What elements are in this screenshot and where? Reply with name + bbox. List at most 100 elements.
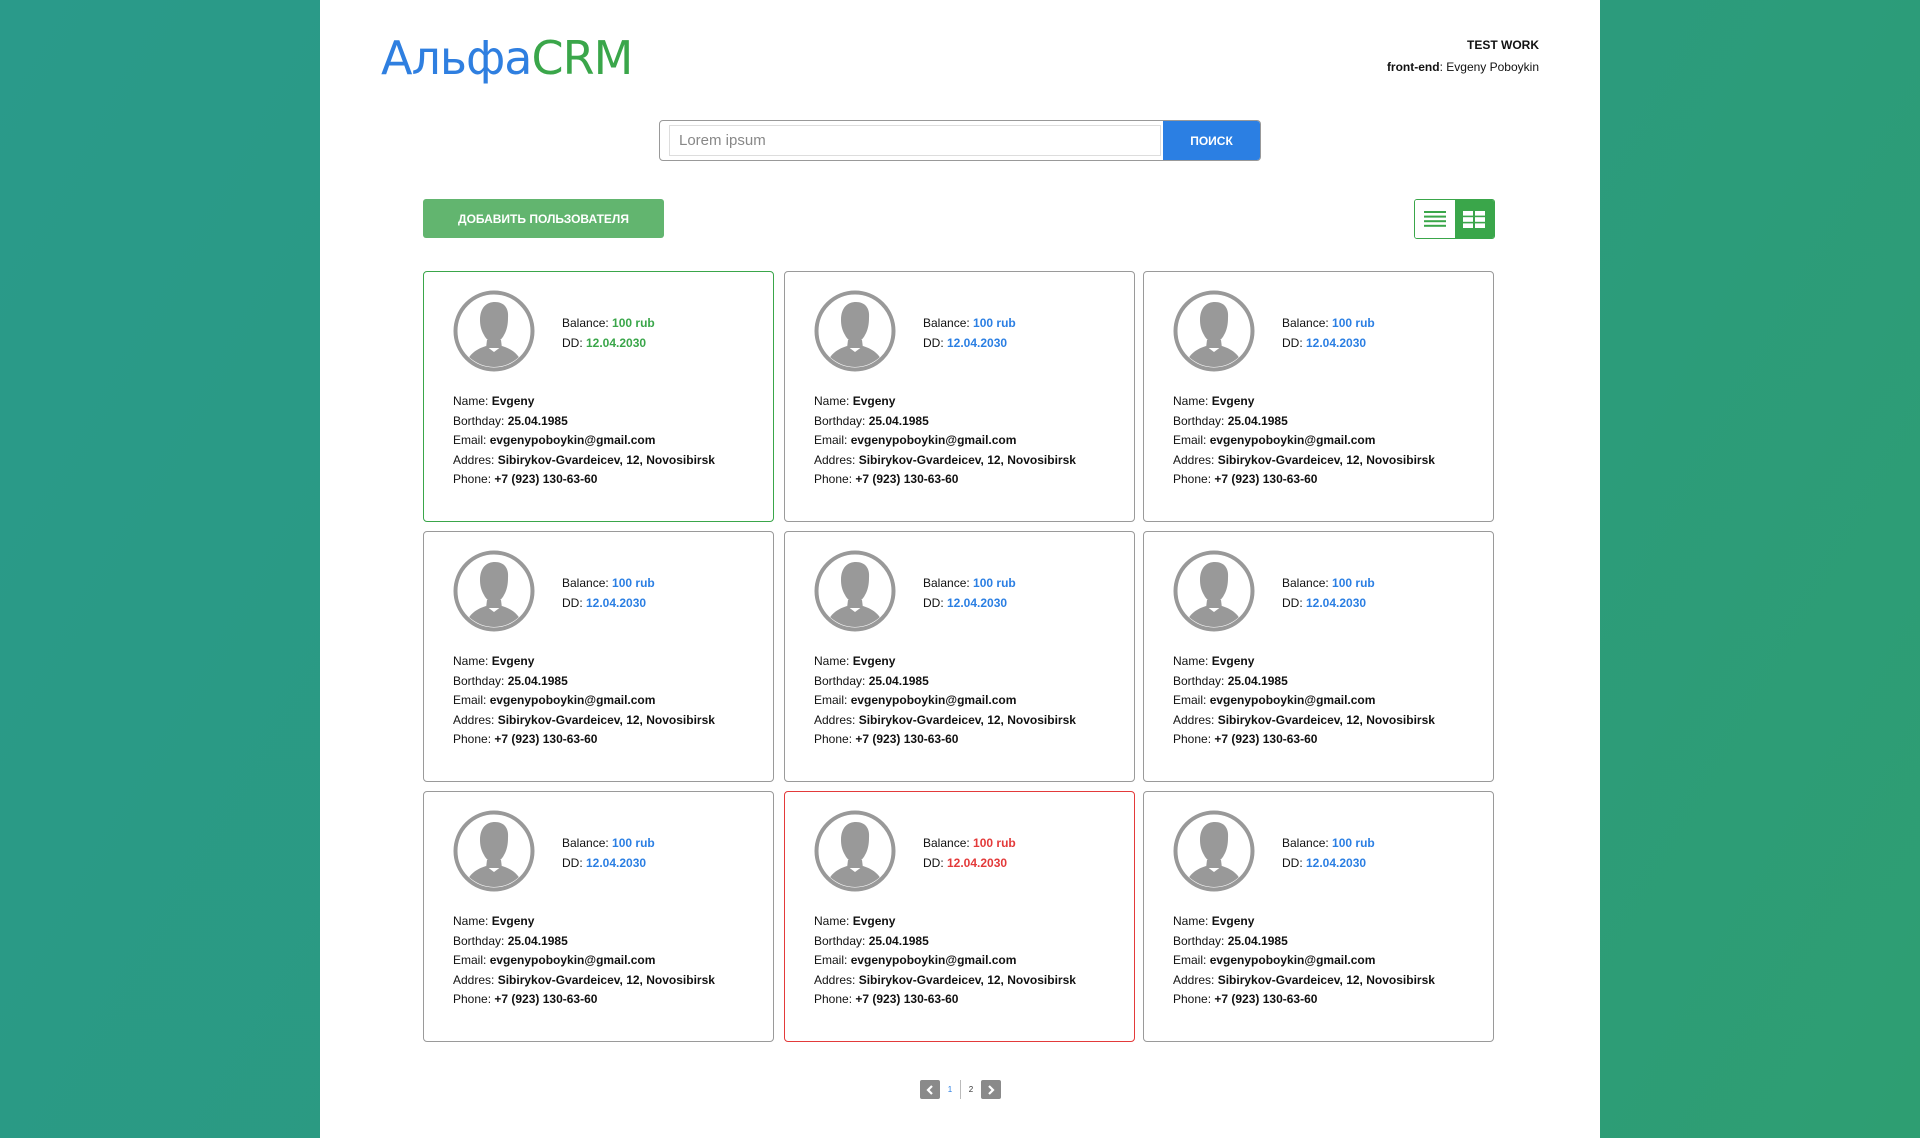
balance-value: 100 rub xyxy=(1332,576,1375,590)
address-label: Addres: xyxy=(1173,972,1218,987)
name-value: Evgeny xyxy=(491,654,535,668)
phone-row: Phone: +7 (923) 130-63-60 xyxy=(1173,730,1435,750)
user-card[interactable]: Balance: 100 rub DD: 12.04.2030 Name: Evge… xyxy=(784,531,1135,782)
balance-row: Balance: 100 rub xyxy=(923,573,1016,593)
birthday-value: 25.04.1985 xyxy=(1227,413,1288,428)
address-label: Addres: xyxy=(453,452,498,467)
dd-row: DD: 12.04.2030 xyxy=(562,853,655,873)
name-row: Name: Evgeny xyxy=(453,652,715,672)
birthday-value: 25.04.1985 xyxy=(507,673,568,688)
balance-label: Balance: xyxy=(1282,316,1333,330)
dd-label: DD: xyxy=(562,596,586,610)
phone-row: Phone: +7 (923) 130-63-60 xyxy=(814,470,1076,490)
birthday-value: 25.04.1985 xyxy=(868,673,929,688)
phone-label: Phone: xyxy=(814,732,856,747)
address-value: Sibirykov-Gvardeicev, 12, Novosibirsk xyxy=(1217,972,1435,987)
name-row: Name: Evgeny xyxy=(814,392,1076,412)
phone-value: +7 (923) 130-63-60 xyxy=(1214,732,1318,747)
user-info: Name: Evgeny Borthday: 25.04.1985 Email: e… xyxy=(814,652,1076,750)
avatar xyxy=(453,290,535,372)
chevron-left-icon xyxy=(926,1084,933,1095)
birthday-label: Borthday: xyxy=(1173,413,1228,428)
email-row: Email: evgenypoboykin@gmail.com xyxy=(814,431,1076,451)
balance-value: 100 rub xyxy=(973,316,1016,330)
balance-label: Balance: xyxy=(1282,576,1333,590)
list-view-button[interactable] xyxy=(1415,200,1455,238)
name-label: Name: xyxy=(814,654,853,668)
phone-value: +7 (923) 130-63-60 xyxy=(494,732,598,747)
birthday-label: Borthday: xyxy=(1173,673,1228,688)
phone-label: Phone: xyxy=(453,732,495,747)
user-card[interactable]: Balance: 100 rub DD: 12.04.2030 Name: Evge… xyxy=(423,531,774,782)
grid-icon xyxy=(1463,210,1486,228)
email-row: Email: evgenypoboykin@gmail.com xyxy=(1173,951,1435,971)
page-2[interactable]: 2 xyxy=(961,1085,981,1094)
birthday-value: 25.04.1985 xyxy=(868,933,929,948)
avatar xyxy=(453,550,535,632)
dd-value: 12.04.2030 xyxy=(947,596,1008,610)
balance-value: 100 rub xyxy=(612,316,655,330)
email-value: evgenypoboykin@gmail.com xyxy=(489,433,656,448)
name-value: Evgeny xyxy=(852,394,896,408)
search-button[interactable]: ПОИСК xyxy=(1163,121,1260,160)
dd-row: DD: 12.04.2030 xyxy=(562,333,655,353)
name-value: Evgeny xyxy=(491,914,535,928)
name-label: Name: xyxy=(814,914,853,928)
birthday-row: Borthday: 25.04.1985 xyxy=(453,672,715,692)
email-value: evgenypoboykin@gmail.com xyxy=(850,953,1017,968)
birthday-row: Borthday: 25.04.1985 xyxy=(453,412,715,432)
birthday-label: Borthday: xyxy=(453,413,508,428)
logo[interactable]: АльфаCRM xyxy=(381,33,633,83)
address-label: Addres: xyxy=(814,452,859,467)
user-card[interactable]: Balance: 100 rub DD: 12.04.2030 Name: Evge… xyxy=(1143,791,1494,1042)
birthday-label: Borthday: xyxy=(814,933,869,948)
dd-value: 12.04.2030 xyxy=(1306,336,1367,350)
user-card[interactable]: Balance: 100 rub DD: 12.04.2030 Name: Evge… xyxy=(1143,271,1494,522)
birthday-row: Borthday: 25.04.1985 xyxy=(453,932,715,952)
name-row: Name: Evgeny xyxy=(453,392,715,412)
prev-page-button[interactable] xyxy=(920,1080,940,1099)
balance-label: Balance: xyxy=(562,316,613,330)
user-card[interactable]: Balance: 100 rub DD: 12.04.2030 Name: Evge… xyxy=(423,271,774,522)
user-finance: Balance: 100 rub DD: 12.04.2030 xyxy=(923,313,1016,353)
next-page-button[interactable] xyxy=(981,1080,1001,1099)
user-card[interactable]: Balance: 100 rub DD: 12.04.2030 Name: Evge… xyxy=(423,791,774,1042)
address-value: Sibirykov-Gvardeicev, 12, Novosibirsk xyxy=(858,972,1076,987)
credit-line: front-end: Evgeny Poboykin xyxy=(1387,56,1539,78)
phone-value: +7 (923) 130-63-60 xyxy=(855,472,959,487)
user-info: Name: Evgeny Borthday: 25.04.1985 Email: e… xyxy=(453,912,715,1010)
dd-label: DD: xyxy=(923,336,947,350)
avatar xyxy=(453,810,535,892)
balance-value: 100 rub xyxy=(973,836,1016,850)
name-value: Evgeny xyxy=(1211,654,1255,668)
birthday-row: Borthday: 25.04.1985 xyxy=(814,932,1076,952)
user-card[interactable]: Balance: 100 rub DD: 12.04.2030 Name: Evge… xyxy=(784,791,1135,1042)
user-info: Name: Evgeny Borthday: 25.04.1985 Email: e… xyxy=(1173,652,1435,750)
phone-label: Phone: xyxy=(1173,992,1215,1007)
dd-label: DD: xyxy=(562,336,586,350)
birthday-label: Borthday: xyxy=(814,413,869,428)
email-label: Email: xyxy=(814,953,851,968)
dd-row: DD: 12.04.2030 xyxy=(923,853,1016,873)
grid-view-button[interactable] xyxy=(1454,200,1494,238)
page-1[interactable]: 1 xyxy=(940,1085,960,1094)
user-info: Name: Evgeny Borthday: 25.04.1985 Email: e… xyxy=(814,392,1076,490)
birthday-row: Borthday: 25.04.1985 xyxy=(814,412,1076,432)
balance-label: Balance: xyxy=(562,576,613,590)
user-finance: Balance: 100 rub DD: 12.04.2030 xyxy=(1282,313,1375,353)
user-card[interactable]: Balance: 100 rub DD: 12.04.2030 Name: Evge… xyxy=(1143,531,1494,782)
user-info: Name: Evgeny Borthday: 25.04.1985 Email: e… xyxy=(1173,912,1435,1010)
add-user-button[interactable]: ДОБАВИТЬ ПОЛЬЗОВАТЕЛЯ xyxy=(423,199,664,238)
balance-row: Balance: 100 rub xyxy=(923,833,1016,853)
search-input[interactable] xyxy=(669,125,1161,156)
avatar xyxy=(814,290,896,372)
balance-label: Balance: xyxy=(562,836,613,850)
name-value: Evgeny xyxy=(852,654,896,668)
balance-row: Balance: 100 rub xyxy=(923,313,1016,333)
balance-value: 100 rub xyxy=(973,576,1016,590)
list-icon xyxy=(1423,211,1446,227)
balance-value: 100 rub xyxy=(1332,316,1375,330)
project-title: TEST WORK xyxy=(1467,38,1539,52)
address-value: Sibirykov-Gvardeicev, 12, Novosibirsk xyxy=(1217,712,1435,727)
user-card[interactable]: Balance: 100 rub DD: 12.04.2030 Name: Evge… xyxy=(784,271,1135,522)
